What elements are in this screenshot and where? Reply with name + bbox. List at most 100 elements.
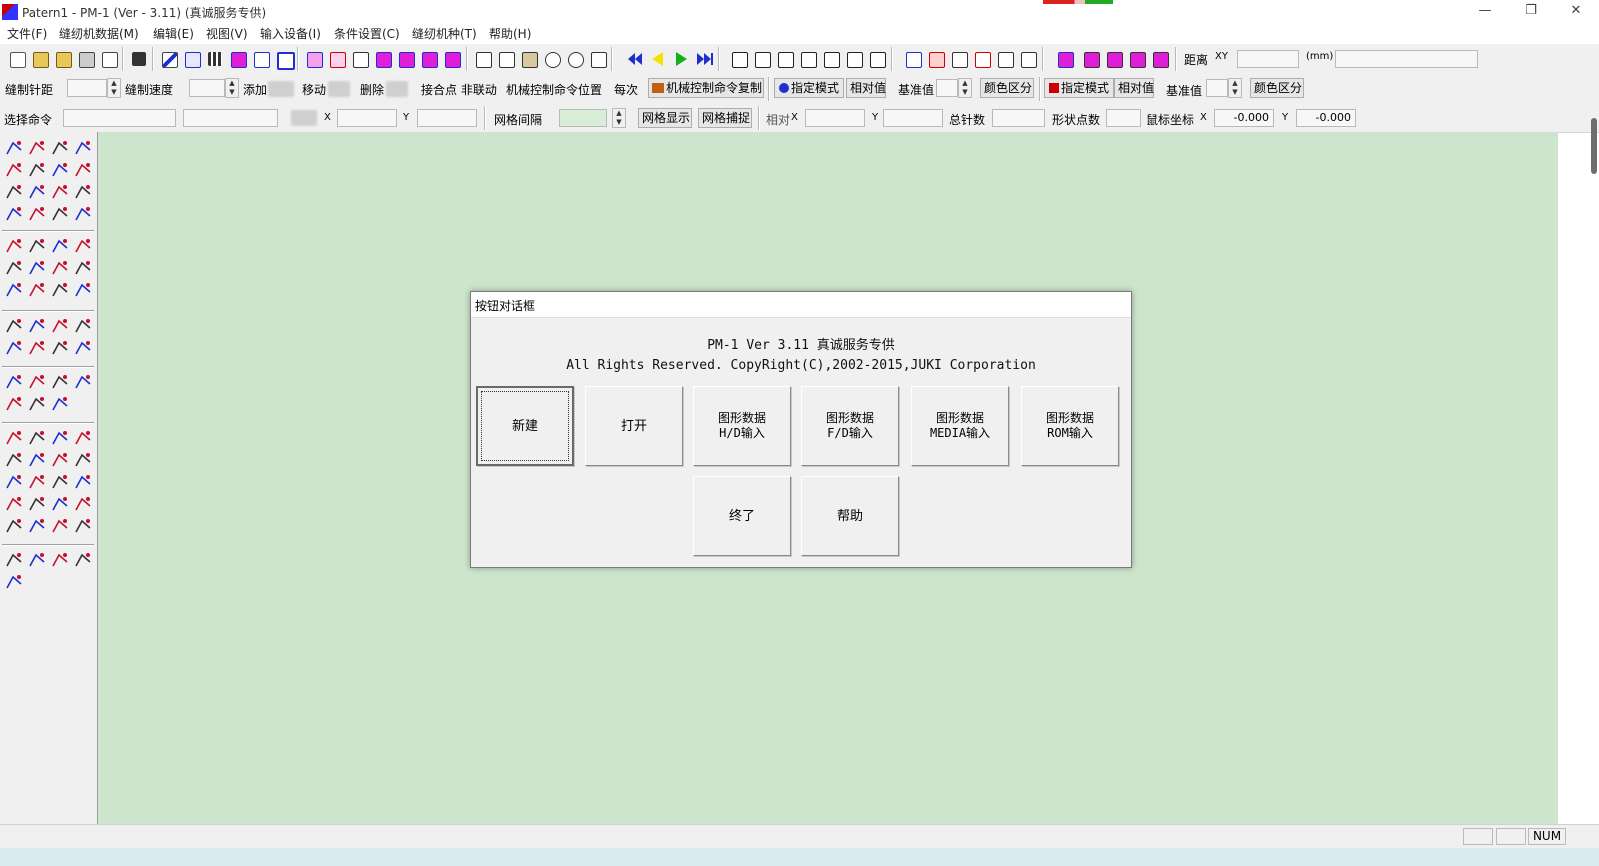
tool-pin-icon[interactable]	[4, 236, 24, 256]
tool-multi-line-icon[interactable]	[4, 280, 24, 300]
pattern-magenta-2-icon[interactable]	[395, 48, 417, 70]
tool-machine-e-icon[interactable]	[4, 516, 24, 536]
save-icon[interactable]	[128, 48, 150, 70]
stitch-pitch-spinner[interactable]: ▲ ▼	[107, 78, 121, 98]
tool-machine-c-icon[interactable]	[50, 494, 70, 514]
tool-rotate-a-icon[interactable]	[4, 338, 24, 358]
first-icon[interactable]	[624, 48, 646, 70]
tool-wave-red-icon[interactable]	[27, 258, 47, 278]
thread-4-icon[interactable]	[1149, 48, 1171, 70]
tool-pen-icon[interactable]	[50, 472, 70, 492]
end-button[interactable]: 终了	[693, 476, 791, 556]
grid-spacing-spinner[interactable]: ▲ ▼	[612, 108, 626, 128]
last-icon[interactable]	[693, 48, 715, 70]
tool-curve-red-icon[interactable]	[50, 160, 70, 180]
grid-snap-button[interactable]: 网格捕捉	[698, 108, 752, 128]
reference-value-2-field[interactable]	[1206, 79, 1228, 97]
stitch-red-icon[interactable]	[925, 48, 947, 70]
thread-1-icon[interactable]	[1080, 48, 1102, 70]
pattern-grid-icon[interactable]	[326, 48, 348, 70]
grid-show-button[interactable]: 网格显示	[638, 108, 692, 128]
open-button[interactable]: 打开	[585, 386, 683, 466]
cut-icon[interactable]	[472, 48, 494, 70]
tool-w-shape-icon[interactable]	[50, 236, 70, 256]
pattern-magenta-4-icon[interactable]	[441, 48, 463, 70]
previous-icon[interactable]	[647, 48, 669, 70]
print-preview-icon[interactable]	[98, 48, 120, 70]
machine-4-icon[interactable]	[797, 48, 819, 70]
transform-icon[interactable]	[181, 48, 203, 70]
color-distinguish-2-button[interactable]: 颜色区分	[1250, 78, 1304, 98]
sew-speed-spinner[interactable]: ▲ ▼	[225, 78, 239, 98]
tool-up-arrow-icon[interactable]	[27, 372, 47, 392]
tool-machine-h-icon[interactable]	[73, 516, 93, 536]
open-folder-icon[interactable]	[29, 48, 51, 70]
pattern-list-icon[interactable]	[349, 48, 371, 70]
fd-input-button[interactable]: 图形数据 F/D输入	[801, 386, 899, 466]
reference-value-1-field[interactable]	[936, 79, 958, 97]
tool-u-shape-icon[interactable]	[27, 236, 47, 256]
tool-hand-icon[interactable]	[4, 472, 24, 492]
tool-offset-icon[interactable]	[4, 316, 24, 336]
tool-scale-icon[interactable]	[50, 338, 70, 358]
tool-arch-icon[interactable]	[50, 316, 70, 336]
tool-poly-icon[interactable]	[50, 182, 70, 202]
reference-value-1-spinner[interactable]: ▲ ▼	[958, 78, 972, 98]
relative-value-2-button[interactable]: 相对值	[1114, 78, 1154, 98]
menu-edit[interactable]: 编辑(E)	[151, 25, 196, 42]
tool-shape-b-icon[interactable]	[27, 394, 47, 414]
tool-star-icon[interactable]	[73, 316, 93, 336]
tool-arc-icon[interactable]	[27, 138, 47, 158]
copy-shape-icon[interactable]	[273, 48, 295, 70]
tool-needle-up-icon[interactable]	[4, 428, 24, 448]
tool-arc-red-icon[interactable]	[27, 160, 47, 180]
bmp-icon[interactable]	[250, 48, 272, 70]
tool-wave-fill-icon[interactable]	[4, 258, 24, 278]
tool-tune-c-icon[interactable]	[50, 550, 70, 570]
vertical-scrollbar-thumb[interactable]	[1591, 118, 1597, 174]
undo-icon[interactable]	[541, 48, 563, 70]
rom-input-button[interactable]: 图形数据 ROM输入	[1021, 386, 1119, 466]
tool-needle-arrow-icon[interactable]	[27, 450, 47, 470]
pattern-icon[interactable]	[227, 48, 249, 70]
tool-rotate-b-icon[interactable]	[27, 338, 47, 358]
thread-3-icon[interactable]	[1126, 48, 1148, 70]
color-distinguish-1-button[interactable]: 颜色区分	[980, 78, 1034, 98]
grid-view-icon[interactable]	[204, 48, 226, 70]
redo-icon[interactable]	[564, 48, 586, 70]
new-button[interactable]: 新建	[476, 386, 574, 466]
machine-1-icon[interactable]	[728, 48, 750, 70]
tool-zigzag-icon[interactable]	[73, 182, 93, 202]
tool-curve-icon[interactable]	[50, 138, 70, 158]
tool-corner-icon[interactable]	[73, 204, 93, 224]
media-input-button[interactable]: 图形数据 MEDIA输入	[911, 386, 1009, 466]
replace-icon[interactable]	[587, 48, 609, 70]
color-pattern-icon[interactable]	[303, 48, 325, 70]
stitch-move-icon[interactable]	[971, 48, 993, 70]
tool-hex-icon[interactable]	[73, 258, 93, 278]
tool-cross-icon[interactable]	[73, 280, 93, 300]
tool-line-red-icon[interactable]	[4, 160, 24, 180]
menu-input-device[interactable]: 输入设备(I)	[258, 25, 323, 42]
machine-5-icon[interactable]	[820, 48, 842, 70]
tool-circle-red-icon[interactable]	[73, 160, 93, 180]
tool-machine-b-icon[interactable]	[27, 494, 47, 514]
tool-wavy-icon[interactable]	[27, 316, 47, 336]
tool-link-icon[interactable]	[4, 372, 24, 392]
stitch-point-icon[interactable]	[948, 48, 970, 70]
tool-bowl-icon[interactable]	[50, 280, 70, 300]
menu-conditions[interactable]: 条件设置(C)	[332, 25, 402, 42]
tool-shape-a-icon[interactable]	[4, 394, 24, 414]
stitch-line-icon[interactable]	[902, 48, 924, 70]
machine-color-icon[interactable]	[1054, 48, 1076, 70]
reference-value-2-spinner[interactable]: ▲ ▼	[1228, 78, 1242, 98]
restore-button[interactable]: ❐	[1508, 0, 1554, 24]
tool-out-icon[interactable]	[50, 450, 70, 470]
tool-tune-d-icon[interactable]	[73, 550, 93, 570]
menu-machine-type[interactable]: 缝纫机种(T)	[410, 25, 479, 42]
minimize-button[interactable]: —	[1462, 0, 1508, 24]
stitch-mirror-icon[interactable]	[1017, 48, 1039, 70]
specify-mode-2-button[interactable]: 指定模式	[1044, 78, 1114, 98]
specify-mode-1-button[interactable]: 指定模式	[774, 78, 844, 98]
tool-check-icon[interactable]	[50, 394, 70, 414]
